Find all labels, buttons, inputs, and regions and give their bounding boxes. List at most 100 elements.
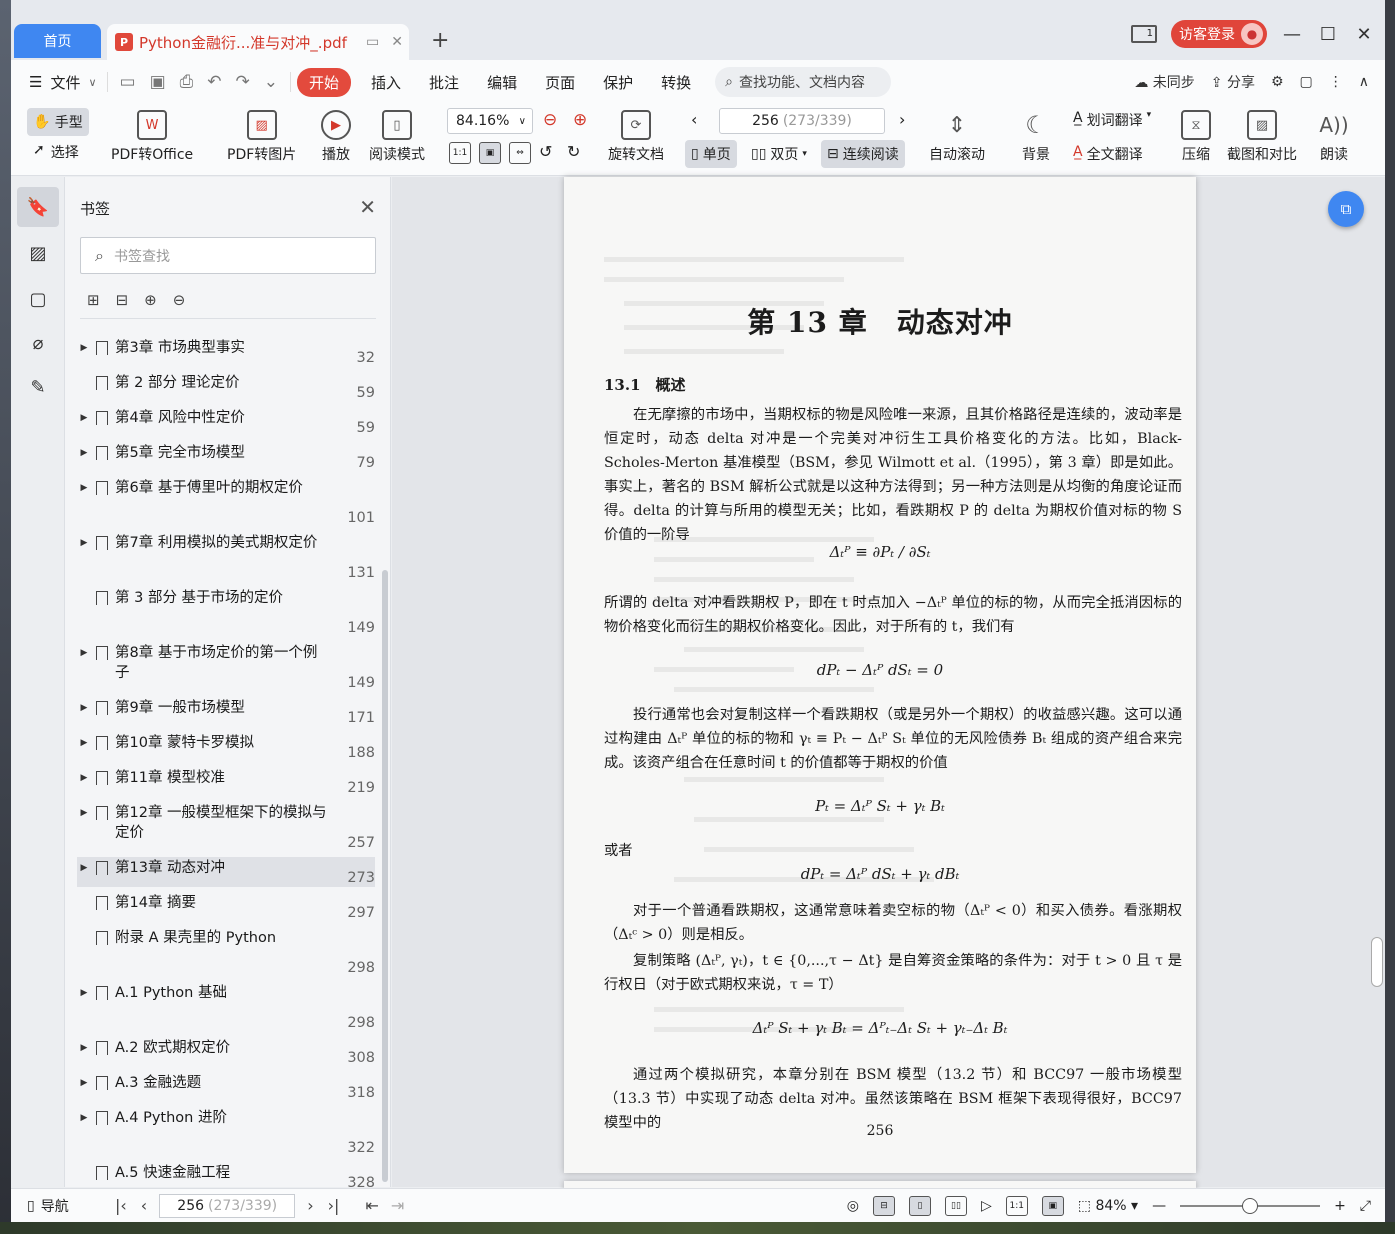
menu-item-convert[interactable]: 转换 bbox=[647, 72, 705, 93]
next-page-icon[interactable]: › bbox=[307, 1196, 313, 1215]
fit-width-icon[interactable]: ⇔ bbox=[509, 142, 531, 164]
page-number-input[interactable]: 256 (273/339) bbox=[719, 108, 885, 134]
more-chevron-icon[interactable]: ⌄ bbox=[264, 72, 278, 92]
expand-arrow-icon[interactable]: ▶ bbox=[77, 697, 91, 727]
fit-page-icon[interactable]: ▣ bbox=[479, 142, 501, 164]
expand-arrow-icon[interactable]: ▶ bbox=[77, 337, 91, 367]
file-menu[interactable]: ☰ 文件 ∨ bbox=[11, 72, 107, 93]
status-page-input[interactable]: 256 (273/339) bbox=[159, 1193, 296, 1218]
settings-gear-icon[interactable]: ⚙ bbox=[1271, 74, 1284, 90]
minimize-icon[interactable]: — bbox=[1281, 24, 1303, 45]
menu-item-annotate[interactable]: 批注 bbox=[415, 72, 473, 93]
previous-page-icon[interactable]: ‹ bbox=[141, 1196, 147, 1215]
comment-panel-icon[interactable]: ▢ bbox=[17, 279, 59, 319]
forward-icon[interactable]: ⇥ bbox=[391, 1196, 404, 1215]
add-bookmark-icon[interactable]: ⊕ bbox=[144, 291, 157, 309]
bookmark-item[interactable]: ▶ A.1 Python 基础 298 bbox=[77, 982, 375, 1032]
bookmark-item[interactable]: ▶ 第7章 利用模拟的美式期权定价 131 bbox=[77, 532, 375, 582]
actual-size-icon[interactable]: 1:1 bbox=[449, 142, 471, 164]
single-page-view-icon[interactable]: ▯ bbox=[908, 1196, 931, 1216]
play-icon[interactable]: ▷ bbox=[981, 1198, 992, 1214]
bookmark-item[interactable]: 第14章 摘要 297 bbox=[77, 892, 375, 922]
page-count-icon[interactable]: 1 bbox=[1131, 25, 1157, 43]
maximize-icon[interactable]: ☐ bbox=[1317, 24, 1339, 45]
bookmark-scrollbar[interactable] bbox=[382, 570, 388, 1182]
read-aloud-button[interactable]: A)) 朗读 bbox=[1319, 110, 1349, 164]
read-mode-button[interactable]: ▯ 阅读模式 bbox=[369, 110, 425, 164]
hand-tool-button[interactable]: ✋ 手型 bbox=[27, 108, 89, 136]
expand-arrow-icon[interactable]: ▶ bbox=[77, 1107, 91, 1157]
bookmark-item[interactable]: ▶ 第10章 蒙特卡罗模拟 188 bbox=[77, 732, 375, 762]
bookmark-item[interactable]: 第 3 部分 基于市场的定价 149 bbox=[77, 587, 375, 637]
expand-arrow-icon[interactable]: ▶ bbox=[77, 532, 91, 582]
collapse-ribbon-icon[interactable]: ∧ bbox=[1359, 74, 1369, 90]
expand-arrow-icon[interactable]: ▶ bbox=[77, 767, 91, 797]
eye-protection-icon[interactable]: ◎ bbox=[847, 1198, 859, 1214]
fullscreen-icon[interactable]: ⤢ bbox=[1360, 1198, 1371, 1214]
comment-icon[interactable]: ▢ bbox=[1300, 74, 1313, 90]
expand-arrow-icon[interactable]: ▶ bbox=[77, 407, 91, 437]
thumbnail-panel-icon[interactable]: ▨ bbox=[17, 233, 59, 273]
tab-home[interactable]: 首页 bbox=[14, 24, 101, 58]
undo-icon[interactable]: ↶ bbox=[207, 72, 221, 92]
signature-panel-icon[interactable]: ✎ bbox=[17, 367, 59, 407]
last-page-icon[interactable]: ›| bbox=[328, 1196, 340, 1215]
new-tab-button[interactable]: + bbox=[431, 28, 449, 53]
continuous-view-icon[interactable]: ⊟ bbox=[872, 1196, 895, 1216]
expand-arrow-icon[interactable]: ▶ bbox=[77, 477, 91, 527]
previous-page-icon[interactable]: ‹ bbox=[691, 110, 697, 129]
bookmark-item[interactable]: 第 2 部分 理论定价 59 bbox=[77, 372, 375, 402]
auto-scroll-button[interactable]: ⇕ 自动滚动 bbox=[929, 110, 985, 164]
expand-arrow-icon[interactable]: ▶ bbox=[77, 982, 91, 1032]
rotate-right-icon[interactable]: ↻ bbox=[567, 142, 580, 161]
delete-bookmark-icon[interactable]: ⊖ bbox=[173, 291, 186, 309]
single-page-button[interactable]: ▯ 单页 bbox=[685, 140, 737, 168]
bookmark-item[interactable]: ▶ 第12章 一般模型框架下的模拟与定价 257 bbox=[77, 802, 375, 852]
menu-item-start[interactable]: 开始 bbox=[297, 67, 352, 97]
word-translate-button[interactable]: A̲ 划词翻译 ▾ bbox=[1073, 110, 1151, 130]
bookmark-item[interactable]: ▶ 第6章 基于傅里叶的期权定价 101 bbox=[77, 477, 375, 527]
zoom-in-icon[interactable]: ⊕ bbox=[573, 110, 587, 130]
guest-login-button[interactable]: 访客登录 ● bbox=[1171, 20, 1267, 48]
play-button[interactable]: ▶ 播放 bbox=[321, 110, 351, 164]
expand-all-icon[interactable]: ⊞ bbox=[87, 291, 100, 309]
bookmark-item[interactable]: ▶ A.4 Python 进阶 322 bbox=[77, 1107, 375, 1157]
tab-close-icon[interactable]: ✕ bbox=[391, 34, 403, 50]
menu-item-page[interactable]: 页面 bbox=[531, 72, 589, 93]
close-icon[interactable]: ✕ bbox=[359, 195, 376, 219]
bookmark-item[interactable]: ▶ 第8章 基于市场定价的第一个例子 149 bbox=[77, 642, 375, 692]
compress-button[interactable]: ⧖ 压缩 bbox=[1181, 110, 1211, 164]
expand-arrow-icon[interactable]: ▶ bbox=[77, 857, 91, 887]
zoom-select[interactable]: 84.16% ∨ bbox=[447, 108, 533, 134]
zoom-dropdown[interactable]: ⬚ 84% ▾ bbox=[1078, 1198, 1138, 1214]
expand-arrow-icon[interactable]: ▶ bbox=[77, 802, 91, 852]
pdf-to-image-button[interactable]: ▨ PDF转图片 bbox=[227, 110, 296, 164]
expand-arrow-icon[interactable]: ▶ bbox=[77, 442, 91, 472]
zoom-in-icon[interactable]: + bbox=[1334, 1198, 1346, 1214]
print-icon[interactable]: ⎙ bbox=[180, 72, 194, 92]
tab-document[interactable]: P Python金融衍...准与对冲_.pdf ▭ ✕ bbox=[107, 24, 409, 60]
expand-arrow-icon[interactable]: ▶ bbox=[77, 642, 91, 692]
continuous-read-button[interactable]: ⊟ 连续阅读 bbox=[821, 140, 905, 168]
attachment-panel-icon[interactable]: ⌀ bbox=[17, 323, 59, 363]
menu-item-insert[interactable]: 插入 bbox=[357, 72, 415, 93]
bookmark-item[interactable]: ▶ A.2 欧式期权定价 308 bbox=[77, 1037, 375, 1067]
pdf-to-office-button[interactable]: W PDF转Office bbox=[111, 110, 193, 164]
share-button[interactable]: ⇪ 分享 bbox=[1211, 72, 1255, 92]
bookmark-item[interactable]: ▶ 第11章 模型校准 219 bbox=[77, 767, 375, 797]
sync-button[interactable]: ☁ 未同步 bbox=[1134, 72, 1194, 92]
menu-item-protect[interactable]: 保护 bbox=[589, 72, 647, 93]
navigation-toggle[interactable]: ▯ 导航 bbox=[11, 1196, 101, 1216]
bookmark-item[interactable]: ▶ 第13章 动态对冲 273 bbox=[77, 857, 375, 887]
zoom-slider[interactable] bbox=[1180, 1198, 1321, 1214]
redo-icon[interactable]: ↷ bbox=[236, 72, 250, 92]
bookmark-item[interactable]: ▶ 第5章 完全市场模型 79 bbox=[77, 442, 375, 472]
menu-item-edit[interactable]: 编辑 bbox=[473, 72, 531, 93]
double-page-button[interactable]: ▯▯ 双页 ▾ bbox=[745, 140, 813, 168]
expand-arrow-icon[interactable]: ▶ bbox=[77, 732, 91, 762]
zoom-out-icon[interactable]: — bbox=[1152, 1198, 1166, 1214]
close-window-icon[interactable]: ✕ bbox=[1353, 24, 1375, 45]
bookmark-search-input[interactable]: ⌕ 书签查找 bbox=[80, 237, 376, 274]
first-page-icon[interactable]: |‹ bbox=[115, 1196, 127, 1215]
fit-page-icon[interactable]: ▣ bbox=[1041, 1196, 1064, 1216]
